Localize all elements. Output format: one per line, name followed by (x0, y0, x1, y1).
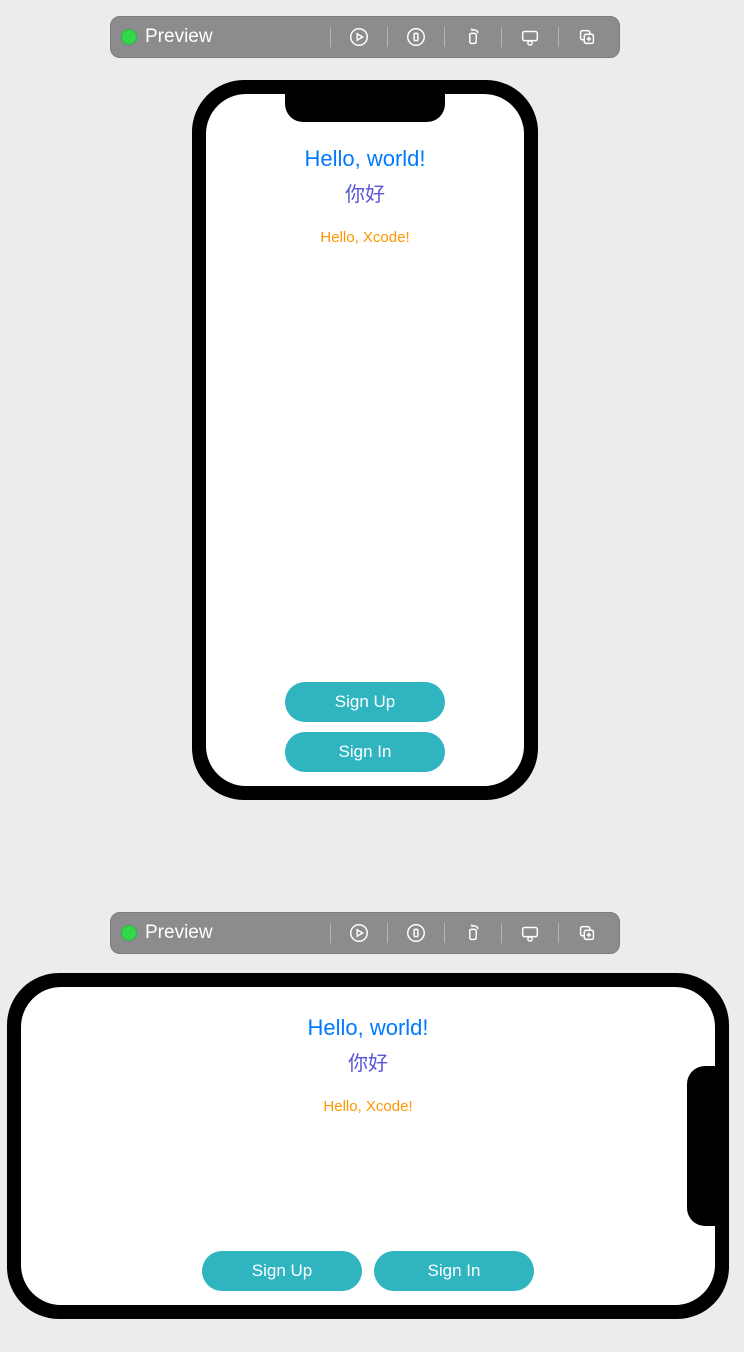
app-content: Hello, world! 你好 Hello, Xcode! (21, 987, 715, 1115)
nihao-text: 你好 (348, 1047, 388, 1076)
duplicate-plus-icon (576, 922, 598, 944)
duplicate-preview-button[interactable] (561, 17, 613, 57)
toolbar-separator (330, 27, 331, 47)
status-dot-icon (121, 925, 137, 941)
toolbar-separator (330, 923, 331, 943)
display-icon (519, 922, 541, 944)
selectable-preview-button[interactable] (390, 17, 442, 57)
live-preview-button[interactable] (333, 913, 385, 953)
toolbar-separator (558, 27, 559, 47)
preview-label: Preview (145, 922, 213, 944)
signup-button[interactable]: Sign Up (202, 1251, 362, 1291)
toolbar-separator (558, 923, 559, 943)
selectable-preview-button[interactable] (390, 913, 442, 953)
play-circle-icon (348, 26, 370, 48)
hello-xcode-text: Hello, Xcode! (320, 229, 409, 246)
signup-button[interactable]: Sign Up (285, 682, 445, 722)
nihao-text: 你好 (345, 178, 385, 207)
device-settings-button[interactable] (504, 913, 556, 953)
auth-buttons-column: Sign Up Sign In (285, 682, 445, 772)
preview-toolbar: Preview (110, 16, 620, 58)
toolbar-separator (387, 27, 388, 47)
hello-world-text: Hello, world! (304, 146, 425, 172)
rotate-icon (462, 922, 484, 944)
rotate-device-button[interactable] (447, 913, 499, 953)
selectable-circle-icon (405, 922, 427, 944)
play-circle-icon (348, 922, 370, 944)
rotate-icon (462, 26, 484, 48)
device-frame-portrait: Hello, world! 你好 Hello, Xcode! Sign Up S… (192, 80, 538, 800)
device-notch (285, 94, 445, 122)
device-screen-portrait: Hello, world! 你好 Hello, Xcode! Sign Up S… (206, 94, 524, 786)
hello-world-text: Hello, world! (307, 1015, 428, 1041)
toolbar-separator (387, 923, 388, 943)
toolbar-separator (501, 27, 502, 47)
display-icon (519, 26, 541, 48)
signin-button[interactable]: Sign In (285, 732, 445, 772)
live-preview-button[interactable] (333, 17, 385, 57)
duplicate-plus-icon (576, 26, 598, 48)
duplicate-preview-button[interactable] (561, 913, 613, 953)
device-screen-landscape: Hello, world! 你好 Hello, Xcode! Sign Up S… (21, 987, 715, 1305)
device-frame-landscape: Hello, world! 你好 Hello, Xcode! Sign Up S… (7, 973, 729, 1319)
selectable-circle-icon (405, 26, 427, 48)
preview-label: Preview (145, 26, 213, 48)
signin-button[interactable]: Sign In (374, 1251, 534, 1291)
preview-toolbar-actions (328, 17, 613, 57)
auth-buttons-row: Sign Up Sign In (202, 1251, 534, 1291)
status-dot-icon (121, 29, 137, 45)
preview-toolbar-actions (328, 913, 613, 953)
toolbar-separator (444, 923, 445, 943)
device-notch (687, 1066, 715, 1226)
device-settings-button[interactable] (504, 17, 556, 57)
rotate-device-button[interactable] (447, 17, 499, 57)
toolbar-separator (501, 923, 502, 943)
toolbar-separator (444, 27, 445, 47)
hello-xcode-text: Hello, Xcode! (323, 1098, 412, 1115)
preview-toolbar: Preview (110, 912, 620, 954)
